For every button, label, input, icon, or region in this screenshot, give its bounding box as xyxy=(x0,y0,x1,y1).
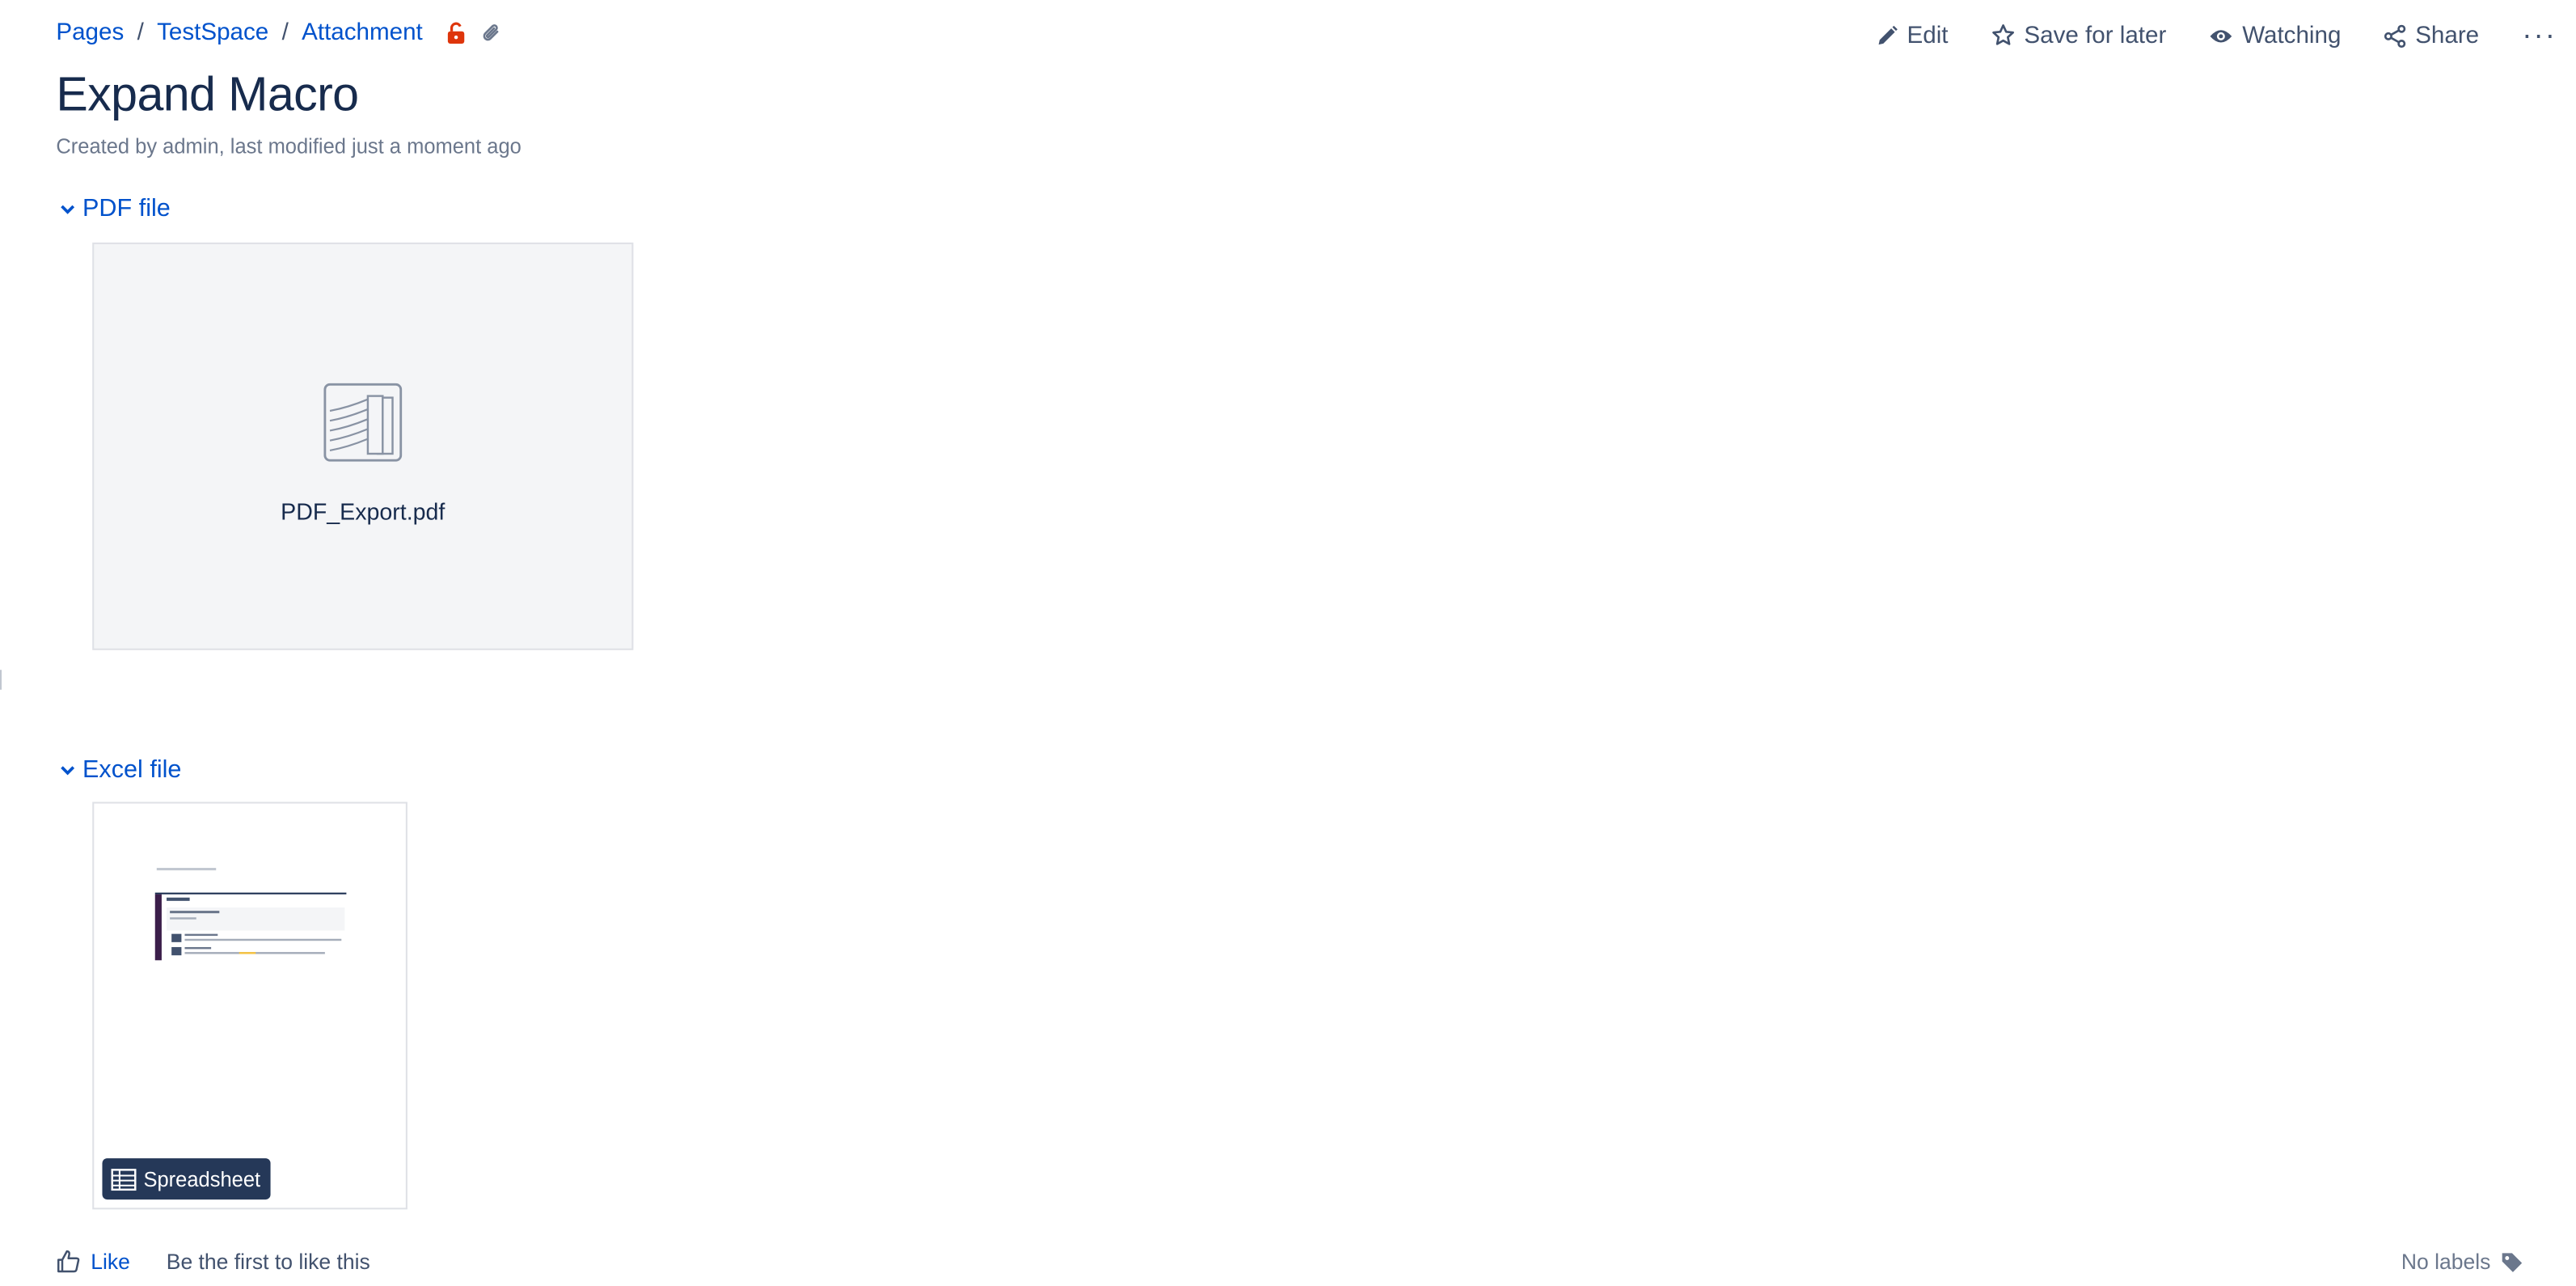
confluence-page: Pages / TestSpace / Attachment Edit Save… xyxy=(0,0,2576,1285)
star-icon xyxy=(1992,24,2015,45)
pdf-file-name: PDF_Export.pdf xyxy=(281,498,446,525)
breadcrumb-attachment[interactable]: Attachment xyxy=(302,19,423,46)
save-for-later-button[interactable]: Save for later xyxy=(1991,22,2167,49)
expand-title-excel: Excel file xyxy=(82,755,182,784)
spreadsheet-badge: Spreadsheet xyxy=(102,1158,271,1200)
pencil-icon xyxy=(1878,24,1898,44)
spreadsheet-thumbnail xyxy=(154,868,347,961)
paperclip-icon[interactable] xyxy=(482,22,501,45)
unlocked-icon[interactable] xyxy=(446,22,467,45)
like-status-text: Be the first to like this xyxy=(166,1249,370,1274)
expand-title-pdf: PDF file xyxy=(82,194,171,223)
breadcrumb: Pages / TestSpace / Attachment xyxy=(56,19,501,46)
table-icon xyxy=(111,1168,137,1191)
divider xyxy=(0,670,2,690)
labels-section[interactable]: No labels xyxy=(2401,1249,2523,1274)
tag-icon xyxy=(2502,1252,2523,1271)
eye-icon xyxy=(2211,29,2233,42)
edit-label: Edit xyxy=(1907,22,1949,49)
like-button[interactable]: Like xyxy=(56,1249,130,1274)
breadcrumb-testspace[interactable]: TestSpace xyxy=(157,19,268,46)
like-label: Like xyxy=(91,1249,130,1274)
thumbs-up-icon xyxy=(57,1250,80,1273)
spreadsheet-badge-label: Spreadsheet xyxy=(143,1167,261,1191)
breadcrumb-separator: / xyxy=(137,19,144,47)
watching-label: Watching xyxy=(2242,22,2342,49)
save-for-later-label: Save for later xyxy=(2024,22,2167,49)
watching-button[interactable]: Watching xyxy=(2209,23,2341,49)
share-button[interactable]: Share xyxy=(2384,23,2479,49)
labels-text: No labels xyxy=(2401,1249,2491,1274)
share-label: Share xyxy=(2415,22,2480,49)
breadcrumb-pages[interactable]: Pages xyxy=(56,19,124,46)
page-title: Expand Macro xyxy=(56,69,359,122)
expand-toggle-pdf[interactable]: PDF file xyxy=(59,194,171,223)
like-section: Like Be the first to like this xyxy=(56,1249,370,1274)
page-metadata: Created by admin, last modified just a m… xyxy=(56,135,522,159)
page-header: Pages / TestSpace / Attachment Edit Save… xyxy=(0,0,2576,70)
breadcrumb-separator: / xyxy=(281,19,289,47)
excel-file-preview[interactable]: Spreadsheet xyxy=(92,802,408,1210)
document-icon xyxy=(323,383,403,462)
edit-button[interactable]: Edit xyxy=(1876,23,1949,49)
chevron-down-icon xyxy=(61,204,75,214)
expand-toggle-excel[interactable]: Excel file xyxy=(59,755,181,784)
share-icon xyxy=(2384,23,2406,48)
more-actions-icon[interactable]: ··· xyxy=(2522,18,2557,53)
chevron-down-icon xyxy=(61,765,75,775)
pdf-file-preview[interactable]: PDF_Export.pdf xyxy=(92,242,634,650)
page-actions: Edit Save for later Watching Share ··· xyxy=(1833,18,2557,53)
